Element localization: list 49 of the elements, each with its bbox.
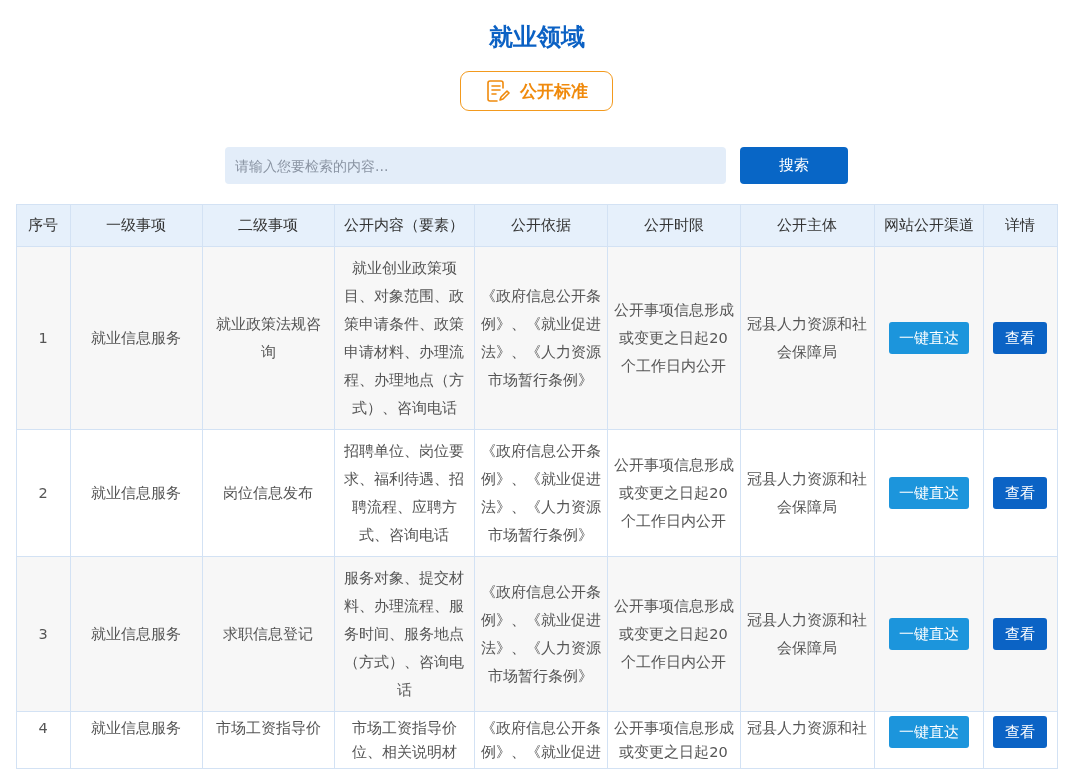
direct-link-button[interactable]: 一键直达	[888, 618, 969, 650]
table-cell: 《政府信息公开条例》、《就业促进法》、《人力资源市场暂行条例》	[474, 246, 607, 430]
table-cell: 公开事项信息形成或变更之日起20个工作日内公开	[607, 246, 740, 430]
table-cell: 就业政策法规咨询	[202, 246, 334, 430]
table-cell: 冠县人力资源和社会保障局	[740, 556, 874, 712]
direct-link-button[interactable]: 一键直达	[888, 477, 969, 509]
column-header: 详情	[983, 204, 1057, 247]
table-cell: 市场工资指导价	[202, 711, 334, 769]
column-header: 序号	[16, 204, 70, 247]
table-cell: 就业信息服务	[70, 556, 202, 712]
table-cell: 《政府信息公开条例》、《就业促进法》、《人力资源市场暂行条例》	[474, 429, 607, 557]
view-button[interactable]: 查看	[993, 322, 1047, 354]
table-cell: 就业信息服务	[70, 711, 202, 769]
table-cell: 岗位信息发布	[202, 429, 334, 557]
table-cell: 《政府信息公开条例》、《就业促进	[474, 711, 607, 769]
index-cell: 1	[16, 246, 70, 430]
search-button[interactable]: 搜索	[740, 147, 848, 184]
page-title: 就业领域	[488, 22, 585, 53]
index-cell: 2	[16, 429, 70, 557]
table-cell: 公开事项信息形成或变更之日起20个工作日内公开	[607, 429, 740, 557]
column-header: 公开依据	[474, 204, 607, 247]
view-button[interactable]: 查看	[993, 618, 1047, 650]
column-header: 二级事项	[202, 204, 334, 247]
search-field[interactable]: 请输入您要检索的内容...	[225, 147, 726, 184]
view-button[interactable]: 查看	[993, 477, 1047, 509]
table-cell: 求职信息登记	[202, 556, 334, 712]
index-cell: 3	[16, 556, 70, 712]
view-button[interactable]: 查看	[993, 716, 1047, 748]
document-edit-icon	[485, 79, 510, 103]
table-cell: 就业信息服务	[70, 246, 202, 430]
direct-link-button[interactable]: 一键直达	[888, 322, 969, 354]
index-cell: 4	[16, 711, 70, 769]
table-cell: 公开事项信息形成或变更之日起20	[607, 711, 740, 769]
table-cell: 公开事项信息形成或变更之日起20个工作日内公开	[607, 556, 740, 712]
table-cell: 冠县人力资源和社	[740, 711, 874, 769]
table-cell: 服务对象、提交材料、办理流程、服务时间、服务地点（方式）、咨询电话	[334, 556, 474, 712]
column-header: 一级事项	[70, 204, 202, 247]
table-cell: 市场工资指导价位、相关说明材	[334, 711, 474, 769]
table-cell: 招聘单位、岗位要求、福利待遇、招聘流程、应聘方式、咨询电话	[334, 429, 474, 557]
column-header: 公开主体	[740, 204, 874, 247]
column-header: 公开内容（要素）	[334, 204, 474, 247]
column-header: 网站公开渠道	[874, 204, 983, 247]
direct-link-button[interactable]: 一键直达	[888, 716, 969, 748]
table-cell: 就业创业政策项目、对象范围、政策申请条件、政策申请材料、办理流程、办理地点（方式）、咨询电话	[334, 246, 474, 430]
column-header: 公开时限	[607, 204, 740, 247]
table-cell: 就业信息服务	[70, 429, 202, 557]
table-cell: 冠县人力资源和社会保障局	[740, 246, 874, 430]
table-cell: 冠县人力资源和社会保障局	[740, 429, 874, 557]
table-cell: 《政府信息公开条例》、《就业促进法》、《人力资源市场暂行条例》	[474, 556, 607, 712]
